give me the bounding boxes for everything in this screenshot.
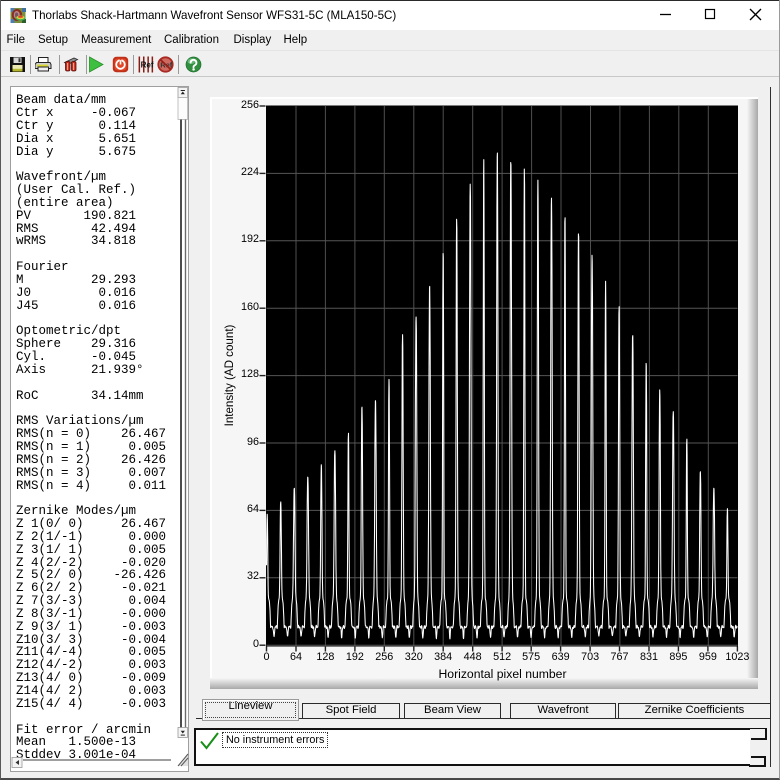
svg-text:Ref: Ref	[141, 61, 154, 70]
